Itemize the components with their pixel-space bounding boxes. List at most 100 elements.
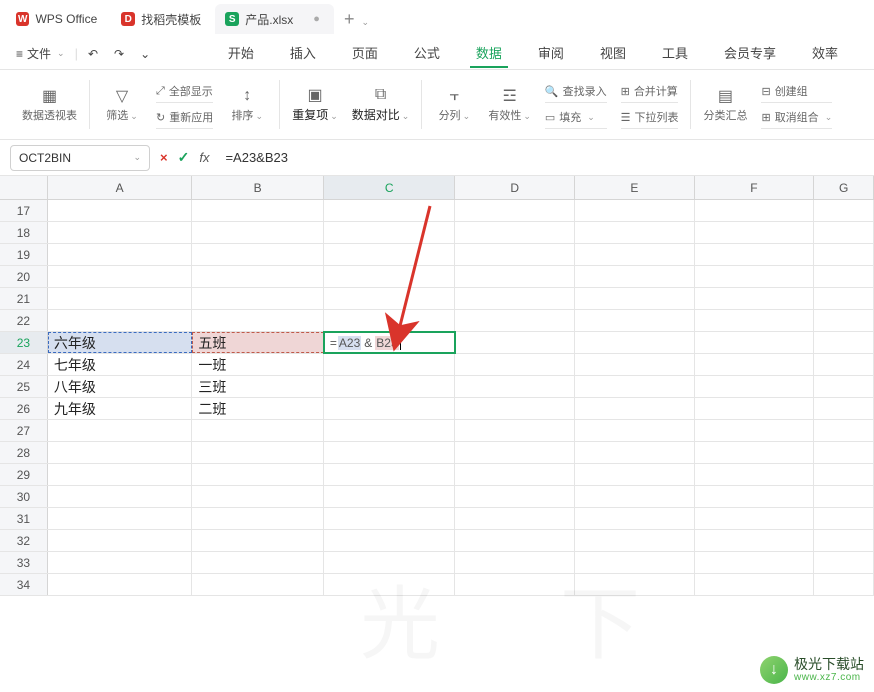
row-header-32[interactable]: 32: [0, 530, 48, 551]
cell-E19[interactable]: [575, 244, 695, 265]
cell-A17[interactable]: [48, 200, 193, 221]
col-header-C[interactable]: C: [324, 176, 456, 199]
cell-B19[interactable]: [192, 244, 324, 265]
menu-view[interactable]: 视图: [594, 39, 632, 68]
find-input-button[interactable]: 🔍查找录入: [545, 81, 607, 103]
cell-G21[interactable]: [814, 288, 874, 309]
row-header-20[interactable]: 20: [0, 266, 48, 287]
validity-button[interactable]: ☲ 有效性⌄: [488, 87, 531, 123]
row-header-33[interactable]: 33: [0, 552, 48, 573]
cell-D28[interactable]: [455, 442, 575, 463]
cell-E30[interactable]: [575, 486, 695, 507]
cell-C24[interactable]: [324, 354, 456, 375]
cell-D23[interactable]: [455, 332, 575, 353]
reapply-button[interactable]: ↻重新应用: [156, 107, 213, 129]
cell-B34[interactable]: [192, 574, 324, 595]
cell-C28[interactable]: [324, 442, 456, 463]
cell-G24[interactable]: [814, 354, 874, 375]
row-header-29[interactable]: 29: [0, 464, 48, 485]
cell-G31[interactable]: [814, 508, 874, 529]
cell-C25[interactable]: [324, 376, 456, 397]
cell-E22[interactable]: [575, 310, 695, 331]
cell-F26[interactable]: [695, 398, 815, 419]
cell-F25[interactable]: [695, 376, 815, 397]
cell-D20[interactable]: [455, 266, 575, 287]
tab-product-xlsx[interactable]: S 产品.xlsx ●: [215, 4, 334, 34]
duplicates-button[interactable]: ▣ 重复项⌄: [292, 86, 338, 123]
menu-formula[interactable]: 公式: [408, 39, 446, 68]
cell-F18[interactable]: [695, 222, 815, 243]
cell-E21[interactable]: [575, 288, 695, 309]
cell-C20[interactable]: [324, 266, 456, 287]
cell-D29[interactable]: [455, 464, 575, 485]
row-header-21[interactable]: 21: [0, 288, 48, 309]
cell-C17[interactable]: [324, 200, 456, 221]
cell-C18[interactable]: [324, 222, 456, 243]
cell-F19[interactable]: [695, 244, 815, 265]
cell-D22[interactable]: [455, 310, 575, 331]
cell-G19[interactable]: [814, 244, 874, 265]
cell-B30[interactable]: [192, 486, 324, 507]
menu-efficiency[interactable]: 效率: [806, 39, 844, 68]
col-header-F[interactable]: F: [695, 176, 815, 199]
hamburger-button[interactable]: ≡ 文件 ⌄: [10, 41, 71, 66]
col-header-A[interactable]: A: [48, 176, 193, 199]
menu-insert[interactable]: 插入: [284, 39, 322, 68]
cell-C33[interactable]: [324, 552, 456, 573]
row-header-30[interactable]: 30: [0, 486, 48, 507]
cell-G28[interactable]: [814, 442, 874, 463]
cell-F17[interactable]: [695, 200, 815, 221]
menu-member[interactable]: 会员专享: [718, 39, 782, 68]
menu-page[interactable]: 页面: [346, 39, 384, 68]
name-box[interactable]: OCT2BIN ⌄: [10, 145, 150, 171]
cell-E24[interactable]: [575, 354, 695, 375]
redo-button[interactable]: ↷: [108, 43, 130, 65]
cell-B22[interactable]: [192, 310, 324, 331]
accept-formula-button[interactable]: ✓: [178, 149, 190, 166]
cell-A22[interactable]: [48, 310, 193, 331]
cell-A26[interactable]: 九年级: [48, 398, 193, 419]
cell-F23[interactable]: [695, 332, 815, 353]
col-header-D[interactable]: D: [455, 176, 575, 199]
cell-E28[interactable]: [575, 442, 695, 463]
cell-C31[interactable]: [324, 508, 456, 529]
cell-D18[interactable]: [455, 222, 575, 243]
cell-A34[interactable]: [48, 574, 193, 595]
cell-E20[interactable]: [575, 266, 695, 287]
cell-E18[interactable]: [575, 222, 695, 243]
cell-G25[interactable]: [814, 376, 874, 397]
cell-A30[interactable]: [48, 486, 193, 507]
cell-E31[interactable]: [575, 508, 695, 529]
row-header-31[interactable]: 31: [0, 508, 48, 529]
cell-E26[interactable]: [575, 398, 695, 419]
col-header-B[interactable]: B: [192, 176, 324, 199]
cell-B23[interactable]: 五班: [192, 332, 324, 353]
cell-A25[interactable]: 八年级: [48, 376, 193, 397]
col-header-E[interactable]: E: [575, 176, 695, 199]
cell-G20[interactable]: [814, 266, 874, 287]
cell-B31[interactable]: [192, 508, 324, 529]
row-header-34[interactable]: 34: [0, 574, 48, 595]
new-tab-button[interactable]: + ⌄: [334, 9, 379, 30]
dropdown-list-button[interactable]: ☰下拉列表: [621, 107, 679, 129]
cell-F21[interactable]: [695, 288, 815, 309]
cell-E25[interactable]: [575, 376, 695, 397]
cell-G33[interactable]: [814, 552, 874, 573]
cell-E17[interactable]: [575, 200, 695, 221]
menu-review[interactable]: 审阅: [532, 39, 570, 68]
cell-F34[interactable]: [695, 574, 815, 595]
ungroup-button[interactable]: ⊞取消组合⌄: [761, 107, 832, 129]
cell-B17[interactable]: [192, 200, 324, 221]
tab-daoke-templates[interactable]: D 找稻壳模板: [111, 4, 215, 34]
cell-B26[interactable]: 二班: [192, 398, 324, 419]
cell-F27[interactable]: [695, 420, 815, 441]
cell-C21[interactable]: [324, 288, 456, 309]
cell-A27[interactable]: [48, 420, 193, 441]
cell-A24[interactable]: 七年级: [48, 354, 193, 375]
menu-data[interactable]: 数据: [470, 39, 508, 68]
select-all-corner[interactable]: [0, 176, 48, 199]
row-header-27[interactable]: 27: [0, 420, 48, 441]
cell-D34[interactable]: [455, 574, 575, 595]
menu-tools[interactable]: 工具: [656, 39, 694, 68]
row-header-24[interactable]: 24: [0, 354, 48, 375]
